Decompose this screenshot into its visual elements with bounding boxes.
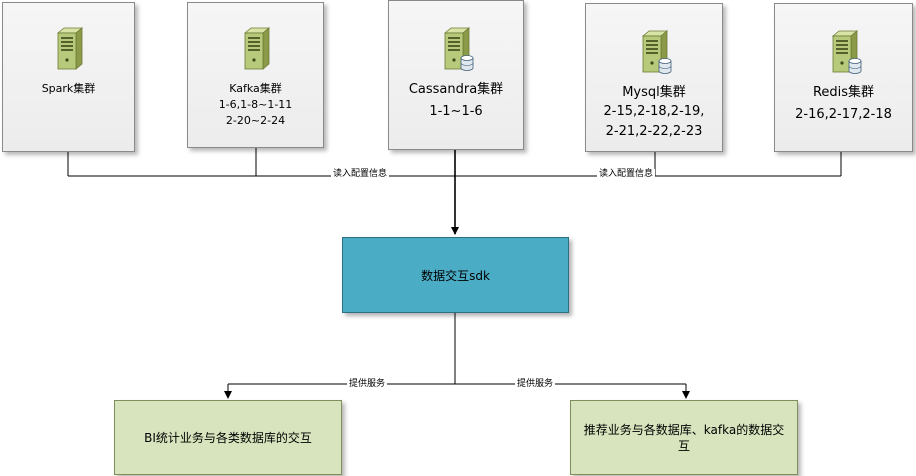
server-db-icon xyxy=(438,27,474,71)
server-icon xyxy=(239,27,273,75)
mysql-cluster-label: Mysql集群 xyxy=(622,85,686,100)
kafka-cluster-range-1: 1-6,1-8~1-11 xyxy=(218,98,293,111)
cassandra-cluster-label: Cassandra集群 xyxy=(408,82,504,97)
redis-cluster-range: 2-16,2-17,2-18 xyxy=(795,107,892,122)
mysql-cluster-node: Mysql集群 2-15,2-18,2-19, 2-21,2-22,2-23 xyxy=(585,3,723,152)
kafka-cluster-range-2: 2-20~2-24 xyxy=(225,114,286,127)
edge-label-provide-left: 提供服务 xyxy=(347,379,388,390)
redis-cluster-node: Redis集群 2-16,2-17,2-18 xyxy=(774,3,913,152)
cassandra-cluster-range: 1-1~1-6 xyxy=(429,104,483,119)
recommend-consumer-node: 推荐业务与各数据库、kafka的数据交互 xyxy=(570,400,798,475)
mysql-cluster-range-1: 2-15,2-18,2-19, xyxy=(603,104,705,119)
sdk-label: 数据交互sdk xyxy=(421,268,490,283)
server-db-icon xyxy=(826,30,862,74)
recommend-consumer-label: 推荐业务与各数据库、kafka的数据交互 xyxy=(583,422,785,453)
redis-cluster-label: Redis集群 xyxy=(812,85,875,100)
bi-consumer-label: BI统计业务与各类数据库的交互 xyxy=(144,430,312,445)
spark-cluster-label: Spark集群 xyxy=(41,82,96,95)
kafka-cluster-label: Kafka集群 xyxy=(229,82,282,95)
cassandra-cluster-node: Cassandra集群 1-1~1-6 xyxy=(388,0,524,150)
edge-label-read-config-right: 读入配置信息 xyxy=(597,169,656,180)
bi-consumer-node: BI统计业务与各类数据库的交互 xyxy=(114,400,342,475)
kafka-cluster-node: Kafka集群 1-6,1-8~1-11 2-20~2-24 xyxy=(187,2,324,148)
data-interaction-sdk-node: 数据交互sdk xyxy=(342,237,569,313)
mysql-cluster-range-2: 2-21,2-22,2-23 xyxy=(605,124,703,139)
edge-label-read-config-left: 读入配置信息 xyxy=(331,169,390,180)
edge-label-provide-right: 提供服务 xyxy=(515,379,556,390)
server-db-icon xyxy=(636,30,672,74)
spark-cluster-node: Spark集群 xyxy=(2,2,135,152)
server-icon xyxy=(52,27,86,75)
